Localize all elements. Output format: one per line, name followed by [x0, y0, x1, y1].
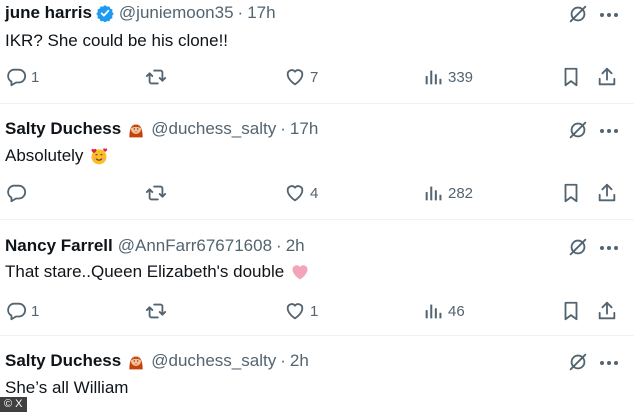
timestamp[interactable]: 2h — [286, 236, 305, 256]
reply-button[interactable]: 1 — [5, 66, 39, 88]
grok-icon[interactable] — [567, 119, 589, 141]
more-options-icon[interactable] — [598, 356, 620, 370]
tweet-header: june harris @juniemoon35 · 17h — [5, 1, 276, 25]
tweet-1[interactable]: june harris @juniemoon35 · 17h IKR? She … — [0, 0, 634, 104]
timestamp[interactable]: 2h — [290, 351, 309, 371]
reply-button[interactable]: 1 — [5, 300, 39, 322]
bookmark-icon — [560, 300, 582, 322]
tweet-text-content: IKR? She could be his clone!! — [5, 31, 229, 50]
like-button[interactable]: 1 — [284, 300, 318, 322]
share-button[interactable] — [596, 300, 618, 322]
author-name[interactable]: june harris — [5, 3, 92, 23]
watermark: © X — [0, 397, 27, 412]
heart-icon — [284, 182, 306, 204]
views-count: 46 — [448, 302, 465, 320]
views-button[interactable]: 282 — [422, 182, 473, 204]
more-options-icon[interactable] — [598, 124, 620, 138]
tweet-header: Nancy Farrell @AnnFarr67671608 · 2h — [5, 234, 305, 258]
views-chart-icon — [422, 182, 444, 204]
retweet-button[interactable] — [145, 66, 167, 88]
timestamp[interactable]: 17h — [247, 3, 275, 23]
smiling-face-with-hearts-emoji-icon — [88, 146, 110, 166]
grok-icon[interactable] — [567, 351, 589, 373]
woman-red-hair-emoji-icon — [126, 351, 146, 371]
like-button[interactable]: 7 — [284, 66, 318, 88]
separator: · — [280, 119, 286, 138]
reply-button[interactable] — [5, 182, 27, 204]
author-handle[interactable]: @duchess_salty — [151, 351, 276, 371]
share-icon — [596, 300, 618, 322]
tweet-text: IKR? She could be his clone!! — [5, 29, 228, 53]
timestamp[interactable]: 17h — [290, 119, 318, 139]
tweet-4[interactable]: Salty Duchess @duchess_salty · 2h She’s … — [0, 336, 634, 412]
more-options-icon[interactable] — [598, 8, 620, 22]
retweet-button[interactable] — [145, 300, 167, 322]
separator: · — [276, 236, 282, 255]
retweet-button[interactable] — [145, 182, 167, 204]
tweet-text-content: That stare..Queen Elizabeth's double — [5, 262, 285, 281]
retweet-icon — [145, 182, 167, 204]
bookmark-button[interactable] — [560, 66, 582, 88]
reply-count: 1 — [31, 68, 40, 86]
author-handle[interactable]: @juniemoon35 — [119, 3, 234, 23]
tweet-text: Absolutely — [5, 144, 110, 168]
grok-icon[interactable] — [567, 3, 589, 25]
views-chart-icon — [422, 300, 444, 322]
share-button[interactable] — [596, 182, 618, 204]
views-button[interactable]: 339 — [422, 66, 473, 88]
share-icon — [596, 182, 618, 204]
woman-red-hair-emoji-icon — [126, 119, 146, 139]
tweet-3[interactable]: Nancy Farrell @AnnFarr67671608 · 2h That… — [0, 220, 634, 336]
like-count: 1 — [310, 302, 319, 320]
share-icon — [596, 66, 618, 88]
verified-badge-icon — [96, 4, 114, 22]
views-chart-icon — [422, 66, 444, 88]
author-handle[interactable]: @duchess_salty — [151, 119, 276, 139]
tweet-text: That stare..Queen Elizabeth's double — [5, 260, 311, 284]
grok-icon[interactable] — [567, 236, 589, 258]
views-count: 339 — [448, 68, 474, 86]
share-button[interactable] — [596, 66, 618, 88]
pink-heart-emoji-icon — [289, 262, 311, 282]
reply-icon — [5, 66, 27, 88]
author-name[interactable]: Salty Duchess — [5, 119, 121, 139]
like-count: 4 — [310, 184, 319, 202]
author-name[interactable]: Nancy Farrell — [5, 236, 113, 256]
bookmark-icon — [560, 182, 582, 204]
separator: · — [280, 351, 286, 370]
like-button[interactable]: 4 — [284, 182, 318, 204]
tweet-text-content: Absolutely — [5, 146, 84, 165]
author-name[interactable]: Salty Duchess — [5, 351, 121, 371]
bookmark-icon — [560, 66, 582, 88]
views-button[interactable]: 46 — [422, 300, 465, 322]
retweet-icon — [145, 300, 167, 322]
reply-count: 1 — [31, 302, 40, 320]
retweet-icon — [145, 66, 167, 88]
like-count: 7 — [310, 68, 319, 86]
tweet-text-content: She’s all William — [5, 378, 129, 397]
tweet-header: Salty Duchess @duchess_salty · 17h — [5, 117, 318, 141]
heart-icon — [284, 66, 306, 88]
views-count: 282 — [448, 184, 474, 202]
tweet-header: Salty Duchess @duchess_salty · 2h — [5, 349, 309, 373]
heart-icon — [284, 300, 306, 322]
reply-icon — [5, 182, 27, 204]
tweet-2[interactable]: Salty Duchess @duchess_salty · 17h Absol… — [0, 104, 634, 220]
bookmark-button[interactable] — [560, 300, 582, 322]
more-options-icon[interactable] — [598, 241, 620, 255]
separator: · — [237, 3, 244, 22]
bookmark-button[interactable] — [560, 182, 582, 204]
author-handle[interactable]: @AnnFarr67671608 — [118, 236, 272, 256]
reply-icon — [5, 300, 27, 322]
